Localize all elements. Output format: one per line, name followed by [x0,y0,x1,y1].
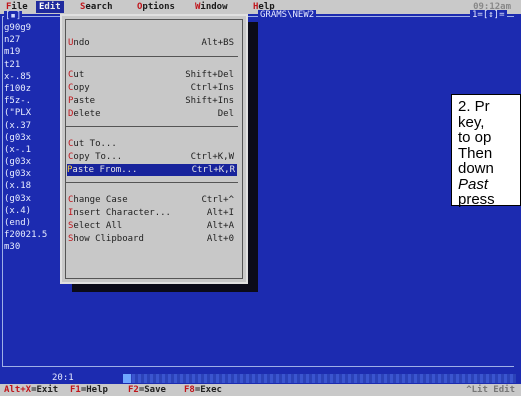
code-line[interactable]: (x.18 [4,180,47,192]
callout-line: Then [458,144,493,162]
edit-mode-indicator: ^Lit Edit [466,385,515,395]
menu-window[interactable]: Window [195,1,228,13]
menu-item-paste[interactable]: Paste Shift+Ins [68,95,236,107]
window-frame-bottom [2,366,514,367]
code-line[interactable]: f100z [4,83,47,95]
code-line[interactable]: (x.4) [4,205,47,217]
save-key[interactable]: F2=Save [128,384,166,396]
exec-key[interactable]: F8=Exec [184,384,222,396]
code-text[interactable]: g90g9 n27 m19 t21 x-.85 f100z f5z-. ("PLX (x.37(… [4,22,47,254]
menu-separator [66,126,238,127]
callout-line: Past [458,175,489,193]
function-key-bar: Alt+X=Exit F1=Help F2=Save F8=Exec ^Lit … [0,384,521,396]
horizontal-scrollbar[interactable] [126,374,516,383]
menu-item-paste-from[interactable]: Paste From... Ctrl+K,R [67,164,237,176]
menu-options[interactable]: Options [137,1,175,13]
menu-item-cut-to[interactable]: Cut To... [68,138,236,150]
help-key[interactable]: F1=Help [70,384,108,396]
code-line[interactable]: g90g9 [4,22,47,34]
menu-item-copy[interactable]: Copy Ctrl+Ins [68,82,236,94]
callout-line: down [458,160,494,177]
cursor-position: 20:1 [50,373,76,383]
code-line[interactable]: t21 [4,59,47,71]
callout-line: to op [458,129,492,146]
code-line[interactable]: (x-.1 [4,144,47,156]
close-window-icon[interactable]: [▪] [4,11,23,21]
scrollbar-thumb[interactable] [123,374,131,383]
menu-item-copy-to[interactable]: Copy To... Ctrl+K,W [68,151,236,163]
instruction-callout: 2. Pr key, to op Then down Past press [451,94,521,208]
menu-separator [66,56,238,57]
code-line[interactable]: (g03x [4,132,47,144]
menu-item-show-clipboard[interactable]: Show Clipboard Alt+0 [68,233,236,245]
code-line[interactable]: ("PLX [4,107,47,119]
menu-item-undo[interactable]: Undo Alt+BS [68,37,236,49]
menu-item-cut[interactable]: Cut Shift+Del [68,69,236,81]
code-line[interactable]: (end) [4,217,47,229]
code-line[interactable]: x-.85 [4,71,47,83]
code-line[interactable]: (g03x [4,156,47,168]
menu-edit[interactable]: Edit [36,1,64,13]
callout-line: key, [458,113,485,131]
exit-key[interactable]: Alt+X=Exit [4,384,58,396]
code-line[interactable]: (g03x [4,168,47,180]
menu-item-change-case[interactable]: Change Case Ctrl+^ [68,194,236,206]
menu-item-insert-character[interactable]: Insert Character... Alt+I [68,207,236,219]
code-line[interactable]: m30 [4,241,47,253]
code-line[interactable]: n27 [4,34,47,46]
file-path: GRAMS\NEW2 [258,10,317,20]
window-frame-left [2,16,3,366]
menu-item-delete[interactable]: Delete Del [68,108,236,120]
code-line[interactable]: f20021.5 [4,229,47,241]
menu-separator [66,182,238,183]
callout-line: press [458,191,495,208]
code-line[interactable]: f5z-. [4,95,47,107]
code-line[interactable]: (g03x [4,193,47,205]
code-line[interactable]: m19 [4,46,47,58]
menu-item-select-all[interactable]: Select All Alt+A [68,220,236,232]
callout-line: 2. Pr [458,98,490,115]
menu-search[interactable]: Search [80,1,113,13]
edit-menu-dropdown: Undo Alt+BS Cut Shift+Del Copy Ctrl+Ins Pas… [60,14,248,284]
code-line[interactable]: (x.37 [4,120,47,132]
window-indicator[interactable]: 1=[↕]= [470,10,507,20]
